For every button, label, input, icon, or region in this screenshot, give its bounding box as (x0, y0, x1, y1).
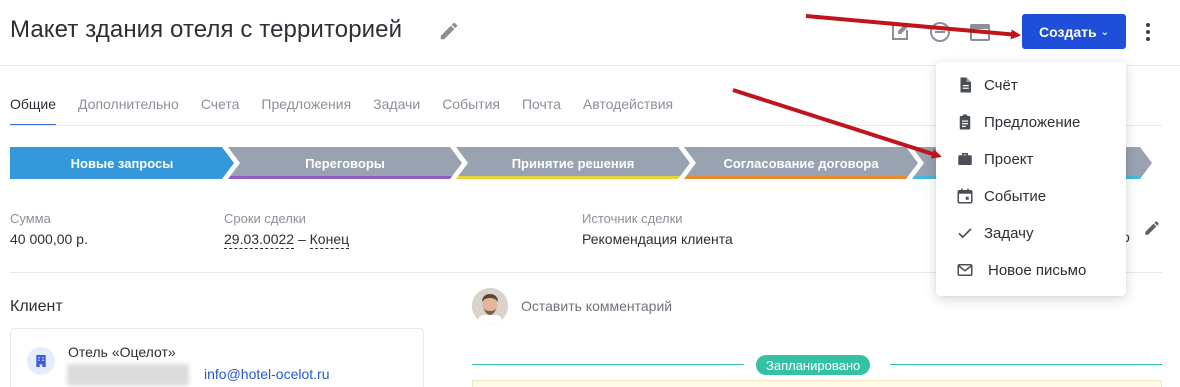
tabs-bar: Общие Дополнительно Счета Предложения За… (10, 96, 695, 126)
comment-input[interactable]: Оставить комментарий (521, 298, 672, 314)
chevron-down-icon: ⌄ (1100, 26, 1109, 38)
sum-label: Сумма (10, 211, 51, 226)
tab-tasks[interactable]: Задачи (373, 96, 420, 126)
client-name[interactable]: Отель «Оцелот» (68, 344, 176, 360)
date-separator: – (297, 231, 306, 247)
deal-end-date[interactable]: Конец (309, 231, 350, 249)
deal-dates: 29.03.0022 – Конец (224, 231, 350, 249)
client-heading: Клиент (10, 298, 63, 315)
menu-item-event[interactable]: Событие (936, 179, 1126, 213)
check-icon (956, 224, 974, 242)
tab-additional[interactable]: Дополнительно (78, 96, 179, 126)
pencil-icon[interactable] (438, 20, 460, 42)
building-icon (27, 347, 55, 375)
planned-item[interactable] (472, 380, 1162, 387)
deal-start-date[interactable]: 29.03.0022 (224, 231, 295, 249)
menu-item-label: Задачу (984, 225, 1034, 242)
stage-new-requests[interactable]: Новые запросы (10, 147, 234, 179)
create-button[interactable]: Создать ⌄ (1022, 14, 1126, 49)
stage-label: Согласование договора (723, 155, 879, 171)
deal-source-value: Рекомендация клиента (582, 231, 733, 247)
client-card[interactable]: Отель «Оцелот» info@hotel-ocelot.ru (10, 328, 424, 387)
deal-source-label: Источник сделки (582, 211, 683, 226)
user-avatar (472, 288, 508, 324)
client-email-link[interactable]: info@hotel-ocelot.ru (204, 366, 330, 382)
planned-divider-left (472, 364, 744, 365)
stage-label: Принятие решения (511, 155, 635, 171)
mail-icon (956, 261, 974, 279)
stage-decision[interactable]: Принятие решения (456, 147, 690, 179)
more-options-icon[interactable] (1140, 20, 1156, 44)
tab-invoices[interactable]: Счета (201, 96, 240, 126)
menu-item-label: Событие (984, 188, 1047, 205)
create-dropdown-menu: Счёт Предложение Проект Событие Задачу Н… (936, 62, 1126, 296)
edit-note-icon[interactable] (888, 20, 912, 44)
menu-item-new-email[interactable]: Новое письмо (936, 253, 1126, 287)
deal-dates-label: Сроки сделки (224, 211, 306, 226)
menu-item-label: Предложение (984, 114, 1081, 131)
menu-item-invoice[interactable]: Счёт (936, 68, 1126, 102)
menu-item-label: Проект (984, 151, 1034, 168)
menu-item-label: Счёт (984, 77, 1018, 94)
sum-value: 40 000,00 р. (10, 231, 88, 247)
pencil-icon[interactable] (1143, 219, 1161, 237)
planned-divider-right (890, 364, 1162, 365)
tab-automations[interactable]: Автодействия (583, 96, 673, 126)
redacted-phone (67, 364, 189, 386)
menu-item-label: Новое письмо (988, 262, 1087, 279)
calendar-icon (956, 187, 974, 205)
stage-contract-approval[interactable]: Согласование договора (684, 147, 918, 179)
tab-general[interactable]: Общие (10, 96, 57, 126)
menu-item-task[interactable]: Задачу (936, 216, 1126, 250)
top-bar: Макет здания отеля с территорией Создать… (0, 0, 1180, 66)
planned-badge: Запланировано (756, 355, 871, 375)
comment-icon[interactable] (928, 20, 952, 44)
invoice-icon (956, 76, 974, 94)
create-button-label: Создать (1039, 23, 1097, 40)
stage-label: Новые запросы (70, 155, 174, 171)
stage-label: Переговоры (305, 155, 385, 171)
stage-negotiations[interactable]: Переговоры (228, 147, 462, 179)
archive-icon[interactable] (968, 20, 992, 44)
clipboard-icon (956, 113, 974, 131)
tab-events[interactable]: События (442, 96, 500, 126)
menu-item-proposal[interactable]: Предложение (936, 105, 1126, 139)
page-title: Макет здания отеля с территорией (10, 16, 403, 43)
tab-proposals[interactable]: Предложения (261, 96, 351, 126)
tab-mail[interactable]: Почта (522, 96, 561, 126)
menu-item-project[interactable]: Проект (936, 142, 1126, 176)
briefcase-icon (956, 150, 974, 168)
